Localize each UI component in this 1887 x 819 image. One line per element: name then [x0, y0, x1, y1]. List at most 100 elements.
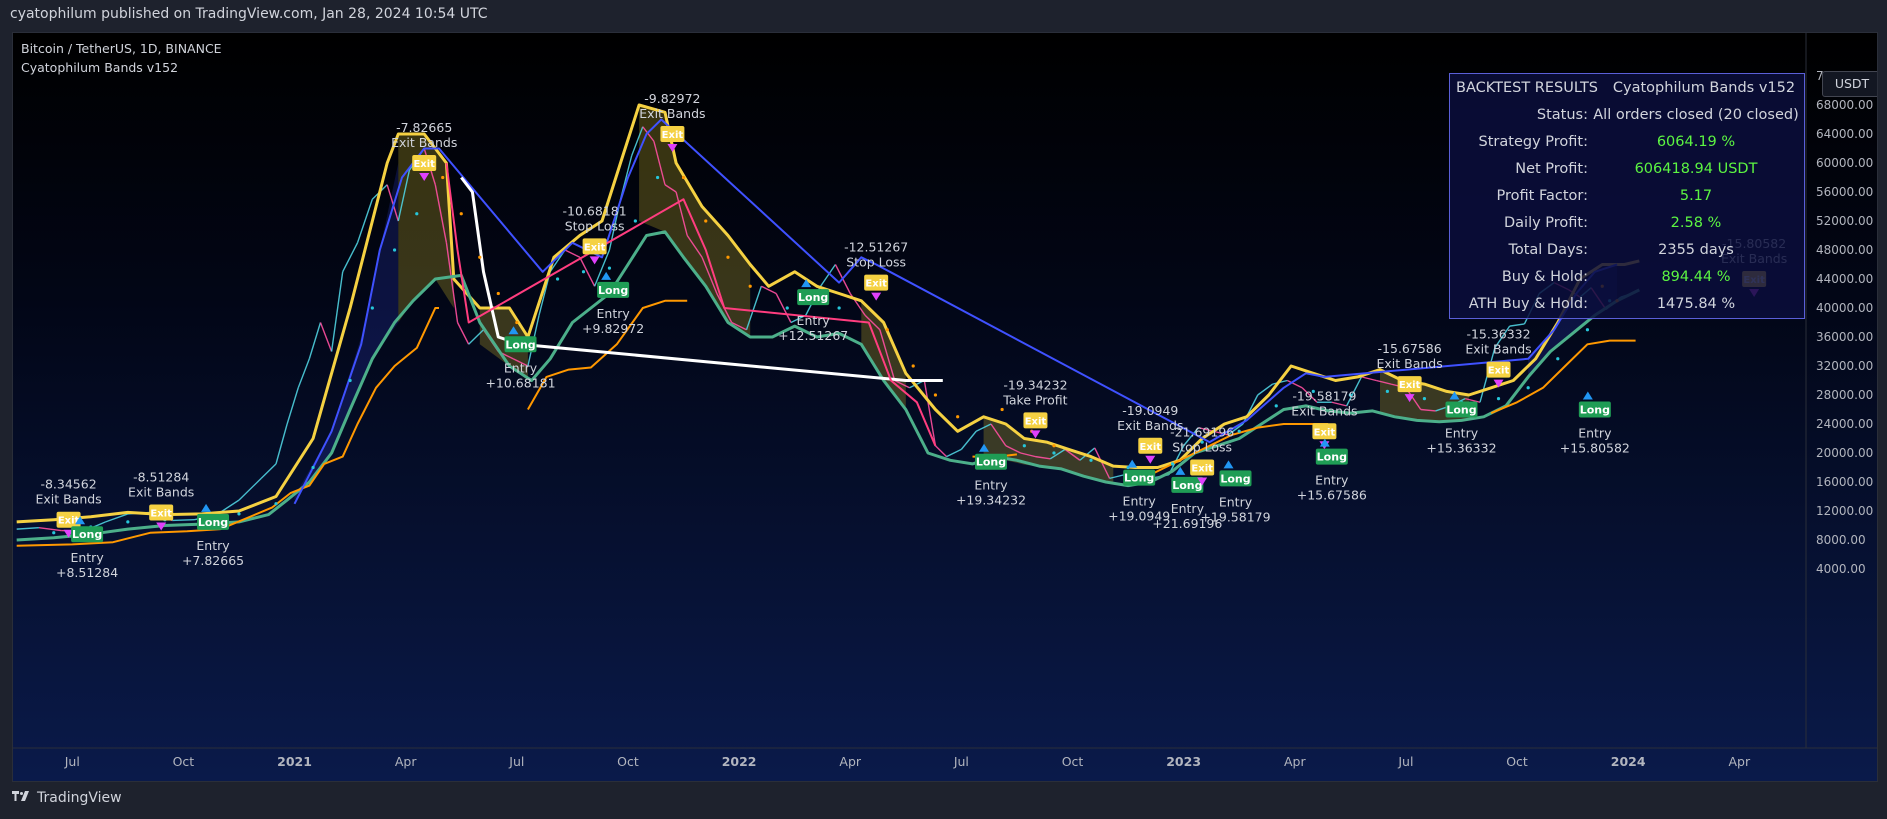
y-tick-label: 12000.00: [1816, 504, 1873, 518]
marker-text-line2: +8.51284: [56, 565, 118, 580]
long-label-text: Long: [1446, 404, 1476, 417]
marker-text-line1: -19.0949: [1122, 403, 1178, 418]
price-segment: [172, 519, 195, 522]
x-tick-label: 2022: [722, 754, 757, 769]
x-tick-label: 2023: [1166, 754, 1201, 769]
x-tick-label: Oct: [173, 754, 195, 769]
backtest-row-label: Daily Profit:: [1503, 214, 1588, 231]
trailing-dot: [911, 364, 915, 368]
backtest-row-label: Strategy Profit:: [1478, 133, 1588, 150]
trailing-dot: [655, 175, 660, 180]
y-tick-label: 28000.00: [1816, 388, 1873, 402]
y-tick-label: 68000.00: [1816, 98, 1873, 112]
marker-text-line1: -12.51267: [844, 240, 908, 255]
y-tick-label: 20000.00: [1816, 446, 1873, 460]
trailing-dot: [837, 306, 841, 310]
trailing-dot: [370, 306, 374, 310]
trailing-dot: [348, 378, 352, 383]
long-label-text: Long: [798, 291, 828, 304]
backtest-row: Profit Factor: 5.17: [1450, 182, 1804, 209]
long-label-text: Long: [976, 456, 1006, 469]
marker-text-line1: -15.67586: [1378, 341, 1442, 356]
chart-pane[interactable]: 72000.0068000.0064000.0060000.0056000.00…: [12, 32, 1878, 782]
y-tick-label: 44000.00: [1816, 272, 1873, 286]
trailing-dot: [933, 393, 938, 397]
backtest-row: Total Days: 2355 days: [1450, 236, 1804, 263]
marker-text-line1: Entry: [1123, 494, 1157, 509]
price-segment: [356, 199, 374, 243]
marker-text-line1: -7.82665: [396, 120, 452, 135]
publish-header: cyatophilum published on TradingView.com…: [10, 6, 488, 22]
trailing-dot: [441, 175, 445, 180]
price-segment: [238, 477, 262, 501]
x-tick-label: 2021: [277, 754, 312, 769]
marker-text-line2: +12.51267: [778, 328, 848, 343]
x-tick-label: Jul: [1397, 754, 1413, 769]
trailing-dot: [956, 415, 960, 419]
trailing-dot: [607, 266, 612, 270]
trailing-dot: [1556, 357, 1560, 361]
currency-button[interactable]: USDT: [1822, 71, 1877, 97]
exit-label-text: Exit: [1140, 442, 1162, 453]
backtest-row-value: 2.58 %: [1670, 214, 1722, 231]
marker-text-line1: Entry: [1219, 494, 1253, 509]
x-tick-label: Apr: [1729, 754, 1751, 769]
trailing-dot: [126, 520, 130, 524]
long-label-text: Long: [505, 338, 535, 351]
y-tick-label: 64000.00: [1816, 127, 1873, 141]
exit-label-text: Exit: [584, 242, 606, 253]
backtest-row: Status: All orders closed (20 closed): [1450, 101, 1804, 128]
exit-arrow-icon: [871, 292, 882, 301]
trailing-dot: [704, 219, 708, 223]
marker-text-line1: -21.69196: [1170, 425, 1234, 440]
backtest-row: Net Profit: 606418.94 USDT: [1450, 155, 1804, 182]
trailing-dot: [1422, 397, 1427, 401]
long-label-text: Long: [1172, 479, 1202, 492]
trailing-dot: [1052, 444, 1056, 448]
marker-text-line1: Entry: [797, 313, 831, 328]
x-tick-label: Oct: [1506, 754, 1528, 769]
footer: TradingView: [10, 790, 122, 806]
backtest-row-value: All orders closed (20 closed): [1593, 106, 1799, 123]
price-segment: [1361, 376, 1377, 382]
marker-text-line1: -10.68181: [563, 203, 627, 218]
x-tick-label: Apr: [1284, 754, 1306, 769]
backtest-row: Daily Profit: 2.58 %: [1450, 209, 1804, 236]
marker-text-line2: Exit Bands: [35, 492, 101, 507]
marker-text-line2: Exit Bands: [391, 135, 457, 150]
y-tick-label: 36000.00: [1816, 330, 1873, 344]
marker-text-line1: Entry: [597, 306, 631, 321]
price-segment: [16, 526, 39, 530]
trailing-dot: [1385, 389, 1389, 393]
backtest-row-label: Buy & Hold:: [1501, 268, 1588, 285]
trailing-dot: [1089, 458, 1093, 462]
backtest-row: ATH Buy & Hold: 1475.84 %: [1450, 290, 1804, 317]
marker-text-line2: +15.80582: [1560, 441, 1630, 456]
backtest-row-label: Total Days:: [1508, 241, 1588, 258]
backtest-row-value: 6064.19 %: [1656, 133, 1736, 150]
y-tick-label: 56000.00: [1816, 185, 1873, 199]
trailing-dot: [785, 306, 789, 310]
marker-text-line2: +7.82665: [182, 553, 244, 568]
backtest-row-label: Status:: [1536, 106, 1588, 123]
marker-text-line2: Stop Loss: [846, 255, 906, 270]
trailing-dot: [237, 512, 241, 516]
marker-text-line2: +9.82972: [582, 321, 644, 336]
marker-text-line2: Exit Bands: [1465, 342, 1531, 357]
marker-text-line1: -19.34232: [1003, 377, 1067, 392]
marker-text-line2: Exit Bands: [639, 106, 705, 121]
long-label-text: Long: [72, 528, 102, 541]
indicator-title[interactable]: Cyatophilum Bands v152: [21, 60, 178, 75]
backtest-row-value: 606418.94 USDT: [1634, 160, 1758, 177]
trailing-dot: [1526, 386, 1530, 390]
y-tick-label: 24000.00: [1816, 417, 1873, 431]
x-tick-label: Oct: [617, 754, 639, 769]
footer-brand: TradingView: [37, 790, 122, 806]
y-tick-label: 16000.00: [1816, 475, 1873, 489]
backtest-row: Buy & Hold: 894.44 %: [1450, 263, 1804, 290]
exit-label-text: Exit: [865, 279, 887, 290]
backtest-row-value: 894.44 %: [1661, 268, 1731, 285]
marker-text-line1: Entry: [70, 550, 104, 565]
price-segment: [260, 463, 277, 479]
marker-text-line2: +15.36332: [1426, 441, 1496, 456]
